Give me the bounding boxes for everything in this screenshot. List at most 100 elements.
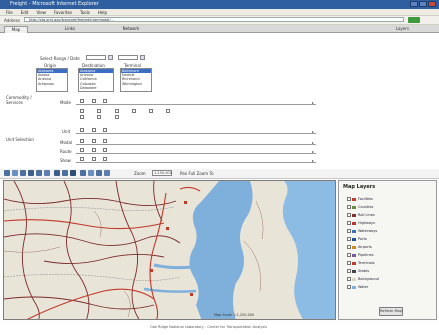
expand-arrow-icon[interactable]: ▸ [312,100,314,105]
checkbox[interactable] [347,237,351,241]
menu-help[interactable]: Help [98,10,107,15]
layer-item[interactable]: Water [347,285,368,289]
minimize-button[interactable] [410,1,418,7]
close-button[interactable] [428,1,436,7]
print-icon[interactable] [80,170,86,176]
city-marker[interactable] [184,201,187,204]
previous-extent-icon[interactable] [62,170,68,176]
layer-item[interactable]: Airports [347,245,372,249]
refresh-map-button[interactable]: Refresh Map [379,307,403,316]
checkbox[interactable] [80,128,84,132]
checkbox[interactable] [347,221,351,225]
city-marker[interactable] [150,269,153,272]
checkbox[interactable] [97,109,102,113]
tab-network[interactable]: Network [118,26,144,32]
checkbox[interactable] [114,109,119,113]
clear-icon[interactable] [96,170,102,176]
checkbox[interactable] [347,285,351,289]
checkbox[interactable] [347,205,351,209]
list-item[interactable]: Delaware [79,86,113,90]
checkbox[interactable] [347,213,351,217]
checkbox[interactable] [347,245,351,249]
checkbox[interactable] [347,269,351,273]
checkbox[interactable] [103,139,108,143]
map-canvas[interactable]: Map Scale 1:1,250,000 [3,180,336,320]
list-item[interactable]: Wilmington [121,82,151,86]
checkbox[interactable] [80,157,84,161]
checkbox[interactable] [131,109,136,113]
checkbox[interactable] [91,148,96,152]
expand-arrow-icon[interactable]: ▸ [312,149,314,154]
date-from-field[interactable] [86,55,106,60]
checkbox[interactable] [103,128,108,132]
menu-favorites[interactable]: Favorites [54,10,72,15]
checkbox[interactable] [91,139,96,143]
query-icon[interactable] [88,170,94,176]
checkbox[interactable] [347,197,351,201]
checkbox[interactable] [103,157,108,161]
origin-list[interactable]: Alabama Alaska Arizona Arkansas [36,68,68,92]
checkbox[interactable] [347,261,351,265]
full-extent-icon[interactable] [54,170,60,176]
layer-item[interactable]: Background [347,277,379,281]
checkbox[interactable] [80,139,84,143]
terminal-list[interactable]: Baltimore Norfolk Richmond Wilmington [120,68,152,92]
layer-item[interactable]: Ports [347,237,367,241]
layer-item[interactable]: Terminals [347,261,375,265]
layer-item[interactable]: Highways [347,221,375,225]
city-marker[interactable] [166,227,169,230]
go-button[interactable] [408,17,420,23]
checkbox[interactable] [80,115,84,119]
checkbox[interactable] [347,253,351,257]
measure-icon[interactable] [44,170,50,176]
layer-item[interactable]: Counties [347,205,373,209]
menu-tools[interactable]: Tools [80,10,90,15]
checkbox[interactable] [347,229,351,233]
destination-list[interactable]: Alabama Arizona California Colorado Dela… [78,68,114,92]
maximize-button[interactable] [419,1,427,7]
tab-layers[interactable]: Layers [396,26,409,32]
checkbox[interactable] [97,115,102,119]
tab-map[interactable]: Map [4,26,28,33]
date-to-field[interactable] [118,55,138,60]
calendar-icon[interactable] [108,55,113,60]
checkbox[interactable] [91,99,96,103]
checkbox[interactable] [80,148,84,152]
list-item[interactable]: Arkansas [37,82,67,86]
calendar-icon[interactable] [140,55,145,60]
checkbox[interactable] [149,109,153,113]
map-nav-links[interactable]: Pan Full Zoom To [180,171,214,176]
pan-icon[interactable] [20,170,26,176]
expand-arrow-icon[interactable]: ▸ [312,129,314,134]
select-icon[interactable] [36,170,42,176]
checkbox[interactable] [114,115,119,119]
menu-edit[interactable]: Edit [21,10,29,15]
menu-file[interactable]: File [6,10,13,15]
checkbox[interactable] [103,148,108,152]
layer-item[interactable]: Pipelines [347,253,374,257]
checkbox[interactable] [91,157,96,161]
identify-icon[interactable] [28,170,34,176]
checkbox[interactable] [80,109,84,113]
menu-view[interactable]: View [36,10,46,15]
city-marker[interactable] [190,293,193,296]
layer-item[interactable]: Rail Lines [347,213,375,217]
zoom-in-icon[interactable] [4,170,10,176]
zoom-out-icon[interactable] [12,170,18,176]
checkbox[interactable] [347,277,351,281]
address-input[interactable]: http://cta.ornl.gov/transnet/freight/int… [24,17,404,22]
zoom-scale-field[interactable]: 1:250,000 [152,170,172,176]
layer-item[interactable]: Waterways [347,229,377,233]
expand-arrow-icon[interactable]: ▸ [312,140,314,145]
tab-links[interactable]: Links [60,26,80,32]
layer-item[interactable]: States [347,269,369,273]
next-extent-icon[interactable] [70,170,76,176]
map-svg[interactable] [4,181,336,320]
expand-arrow-icon[interactable]: ▸ [312,158,314,163]
checkbox[interactable] [80,99,84,103]
layer-item[interactable]: Facilities [347,197,373,201]
checkbox[interactable] [91,128,96,132]
checkbox[interactable] [166,109,171,113]
checkbox[interactable] [103,99,108,103]
refresh-icon[interactable] [104,170,110,176]
